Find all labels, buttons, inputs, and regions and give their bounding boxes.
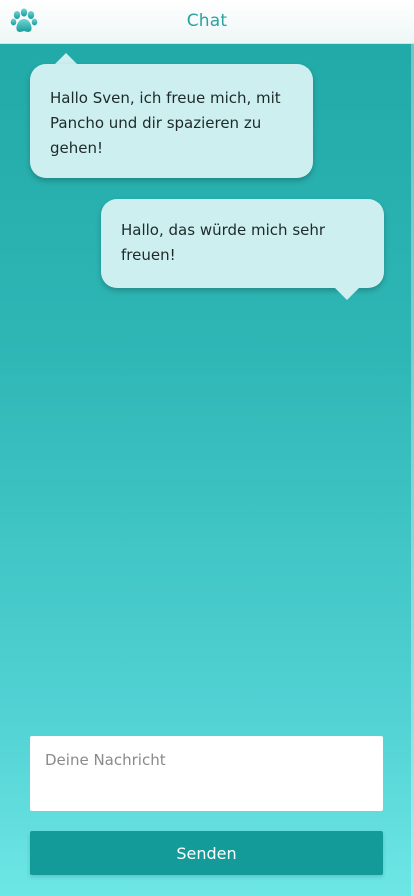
- message-text: Hallo Sven, ich freue mich, mit Pancho u…: [50, 89, 281, 157]
- message-bubble-incoming: Hallo Sven, ich freue mich, mit Pancho u…: [30, 64, 313, 178]
- bubble-tail-right: [335, 288, 359, 300]
- top-bar: Chat: [0, 0, 414, 44]
- message-input[interactable]: [30, 736, 383, 811]
- page-title: Chat: [186, 11, 228, 31]
- send-button[interactable]: Senden: [30, 831, 383, 875]
- message-bubble-outgoing: Hallo, das würde mich sehr freuen!: [101, 199, 384, 288]
- message-text: Hallo, das würde mich sehr freuen!: [121, 221, 326, 264]
